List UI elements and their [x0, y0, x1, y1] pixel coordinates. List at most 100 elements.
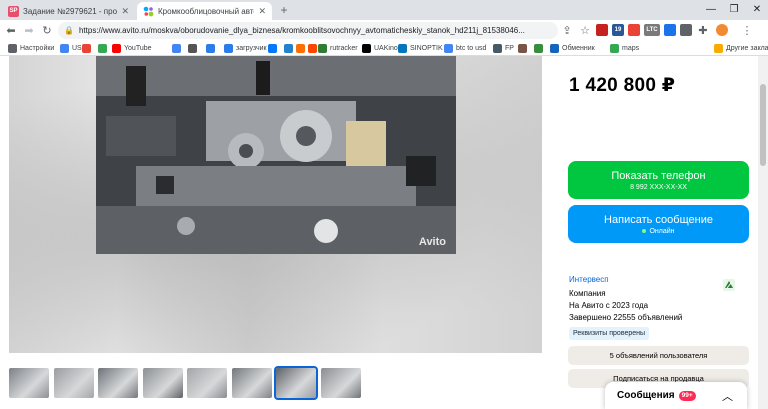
- listing-page: Avito 1 420 800 ₽ Показать телефон 8 992…: [0, 56, 758, 409]
- tab-strip: SP Задание №2979621 - просмотр з ✕ Кромк…: [0, 0, 768, 20]
- bookmark-label: загрузчик: [236, 45, 267, 52]
- online-status: Онлайн: [642, 227, 675, 235]
- photo-thumbnail[interactable]: [320, 368, 361, 398]
- bookmark-item[interactable]: [284, 43, 296, 54]
- bookmark-icon: [188, 44, 197, 53]
- photo-thumbnail[interactable]: [53, 368, 94, 398]
- masked-phone: 8 992 XXX-XX-XX: [630, 183, 687, 191]
- extension-icon[interactable]: LTC: [644, 24, 660, 36]
- bookmark-label: maps: [622, 45, 640, 52]
- bookmark-item[interactable]: [534, 43, 546, 54]
- bookmark-item[interactable]: [98, 43, 110, 54]
- photo-thumbnail[interactable]: [98, 368, 138, 398]
- vk-icon: [268, 44, 277, 53]
- forward-icon[interactable]: ➡: [22, 23, 36, 37]
- bookmark-item[interactable]: UAKino: [362, 43, 398, 54]
- bookmark-item[interactable]: maps: [610, 43, 639, 54]
- seller-name-link[interactable]: Интервесп: [569, 275, 609, 284]
- avito-watermark: Avito: [418, 236, 446, 248]
- bookmark-item[interactable]: [206, 43, 218, 54]
- main-photo[interactable]: Avito: [96, 56, 456, 254]
- tab-favicon: SP: [8, 5, 19, 17]
- chevron-up-icon[interactable]: ︿: [722, 388, 733, 404]
- close-icon[interactable]: ✕: [258, 6, 266, 17]
- menu-icon[interactable]: ⋮: [740, 23, 754, 37]
- bookmark-item[interactable]: SINOPTIK: [398, 43, 443, 54]
- window-close-button[interactable]: ✕: [746, 0, 768, 18]
- tab-avito[interactable]: Кромкооблицовочный автомати ✕: [137, 2, 272, 20]
- bookmark-item[interactable]: [518, 43, 530, 54]
- bookmark-icon: [518, 44, 527, 53]
- photo-thumbnail[interactable]: [142, 368, 183, 398]
- minimize-button[interactable]: —: [700, 0, 722, 18]
- new-tab-button[interactable]: +: [277, 3, 291, 17]
- avatar[interactable]: [716, 24, 728, 36]
- bookmark-item[interactable]: [82, 43, 94, 54]
- messages-label: Сообщения: [617, 390, 675, 401]
- bookmark-icon: [296, 44, 305, 53]
- avito-favicon-icon: [143, 6, 154, 17]
- messages-panel[interactable]: Сообщения 99+ ︿: [605, 382, 747, 409]
- photo-thumbnail[interactable]: [231, 368, 272, 398]
- extension-icon[interactable]: [664, 24, 676, 36]
- bookmark-icon: [308, 44, 317, 53]
- bookmark-label: SINOPTIK: [410, 45, 443, 52]
- page-scrollbar[interactable]: [758, 56, 768, 409]
- address-bar[interactable]: 🔒 https://www.avito.ru/moskva/oborudovan…: [58, 22, 558, 39]
- share-icon[interactable]: ⇪: [560, 23, 574, 37]
- navigation-bar: ⬅ ➡ ↻ 🔒 https://www.avito.ru/moskva/obor…: [0, 20, 768, 41]
- user-ads-button[interactable]: 5 объявлений пользователя: [568, 346, 749, 365]
- google-icon: [82, 44, 91, 53]
- maps-icon: [610, 44, 619, 53]
- bookmark-item[interactable]: [268, 43, 280, 54]
- photo-thumbnail[interactable]: [187, 368, 227, 398]
- reload-icon[interactable]: ↻: [40, 23, 54, 37]
- seller-logo-icon[interactable]: [722, 278, 736, 292]
- bookmark-item[interactable]: Другие закладки: [714, 43, 768, 54]
- bookmark-icon: [493, 44, 502, 53]
- bookmark-item[interactable]: загрузчик: [224, 43, 267, 54]
- bookmark-item[interactable]: Обменник: [550, 43, 595, 54]
- bookmark-item[interactable]: [296, 43, 308, 54]
- bookmark-item[interactable]: FP: [493, 43, 514, 54]
- bookmark-label: Другие закладки: [726, 45, 768, 52]
- globe-icon: [60, 44, 69, 53]
- bookmark-label: Настройки: [20, 45, 55, 52]
- bookmark-label: UAKino: [374, 45, 398, 52]
- scrollbar-thumb[interactable]: [760, 84, 766, 166]
- maximize-button[interactable]: ❐: [723, 0, 745, 18]
- bookmark-item[interactable]: btc to usd: [444, 43, 486, 54]
- bookmarks-bar: Настройки USA YouTube загрузчик rutracker UAK…: [0, 41, 768, 56]
- extension-icon[interactable]: [596, 24, 608, 36]
- back-icon[interactable]: ⬅: [4, 23, 18, 37]
- download-icon: [224, 44, 233, 53]
- google-icon: [444, 44, 453, 53]
- bookmark-item[interactable]: [172, 43, 184, 54]
- bookmark-item[interactable]: [188, 43, 200, 54]
- extension-icon[interactable]: [680, 24, 692, 36]
- photo-thumbnail[interactable]: [9, 368, 49, 398]
- youtube-icon: [112, 44, 121, 53]
- bookmark-item[interactable]: rutracker: [318, 43, 358, 54]
- seller-type: Компания: [569, 289, 606, 298]
- star-icon[interactable]: ☆: [578, 23, 592, 37]
- photo-thumbnail[interactable]: [274, 366, 318, 400]
- price: 1 420 800 ₽: [569, 75, 676, 96]
- puzzle-icon[interactable]: ✚: [696, 23, 710, 37]
- show-phone-button[interactable]: Показать телефон 8 992 XXX-XX-XX: [568, 161, 749, 199]
- bookmark-label: YouTube: [124, 45, 152, 52]
- write-message-button[interactable]: Написать сообщение Онлайн: [568, 205, 749, 243]
- online-label: Онлайн: [649, 227, 675, 235]
- google-icon: [172, 44, 181, 53]
- seller-since: На Авито с 2023 года: [569, 301, 649, 310]
- tab-task[interactable]: SP Задание №2979621 - просмотр з ✕: [2, 2, 135, 20]
- bookmark-item[interactable]: YouTube: [112, 43, 152, 54]
- extension-icon[interactable]: 19: [612, 24, 624, 36]
- bookmark-item[interactable]: Настройки: [8, 43, 54, 54]
- folder-icon: [714, 44, 723, 53]
- photo-gallery[interactable]: Avito: [9, 56, 542, 353]
- close-icon[interactable]: ✕: [121, 6, 129, 17]
- extension-icon[interactable]: [628, 24, 640, 36]
- weather-icon: [398, 44, 407, 53]
- bookmark-icon: [206, 44, 215, 53]
